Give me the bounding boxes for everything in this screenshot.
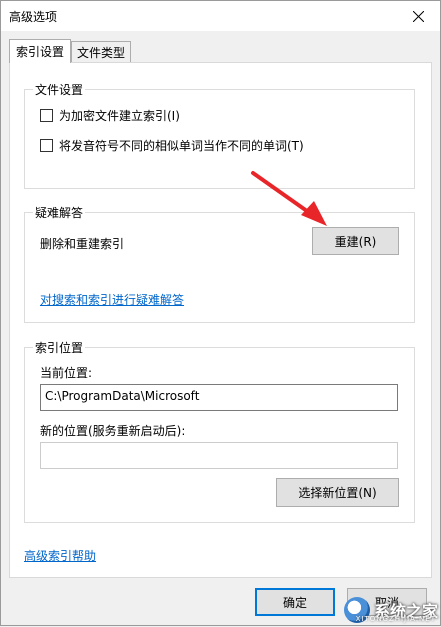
group-title: 索引位置 [33, 339, 86, 356]
ok-button[interactable]: 确定 [255, 588, 335, 616]
advanced-index-help-link[interactable]: 高级索引帮助 [24, 547, 96, 564]
current-location-field[interactable]: C:\ProgramData\Microsoft [40, 384, 398, 411]
close-icon [412, 10, 424, 22]
close-button[interactable] [396, 1, 440, 31]
tab-label: 文件类型 [76, 46, 125, 60]
checkbox[interactable] [40, 139, 53, 152]
tab-index-settings[interactable]: 索引设置 [9, 39, 71, 63]
tab-file-types[interactable]: 文件类型 [71, 41, 131, 63]
button-label: 确定 [282, 595, 307, 610]
button-label: 重建(R) [334, 234, 377, 249]
new-location-field[interactable] [40, 442, 398, 469]
watermark-subtext: XITONGZHIJIA.NET [355, 615, 436, 623]
checkbox-label: 将发音符号不同的相似单词当作不同的单词(T) [59, 139, 304, 153]
index-location-group: 索引位置 当前位置: C:\ProgramData\Microsoft 新的位置… [24, 339, 415, 523]
tab-label: 索引设置 [15, 45, 64, 59]
checkbox[interactable] [40, 109, 53, 122]
troubleshoot-link[interactable]: 对搜索和索引进行疑难解答 [40, 291, 184, 308]
new-location-label: 新的位置(服务重新启动后): [40, 424, 186, 438]
select-new-location-button[interactable]: 选择新位置(N) [276, 478, 399, 507]
advanced-options-dialog: 高级选项 索引设置 文件类型 文件设置 为加密文件建立索引(I) 将发音符号不同… [0, 0, 441, 626]
diacritics-option[interactable]: 将发音符号不同的相似单词当作不同的单词(T) [40, 137, 304, 154]
current-location-label: 当前位置: [40, 366, 93, 380]
group-title: 文件设置 [33, 81, 86, 98]
button-label: 选择新位置(N) [298, 486, 377, 500]
group-title: 疑难解答 [33, 204, 86, 221]
dialog-title: 高级选项 [9, 10, 58, 24]
file-settings-group: 文件设置 为加密文件建立索引(I) 将发音符号不同的相似单词当作不同的单词(T) [24, 81, 415, 189]
rebuild-button[interactable]: 重建(R) [312, 227, 399, 255]
checkbox-label: 为加密文件建立索引(I) [59, 109, 180, 123]
rebuild-label: 删除和重建索引 [40, 237, 125, 251]
encrypted-files-option[interactable]: 为加密文件建立索引(I) [40, 107, 180, 124]
title-bar: 高级选项 [1, 1, 440, 31]
troubleshoot-group: 疑难解答 删除和重建索引 重建(R) 对搜索和索引进行疑难解答 [24, 204, 415, 323]
tab-panel: 文件设置 为加密文件建立索引(I) 将发音符号不同的相似单词当作不同的单词(T)… [9, 62, 432, 578]
